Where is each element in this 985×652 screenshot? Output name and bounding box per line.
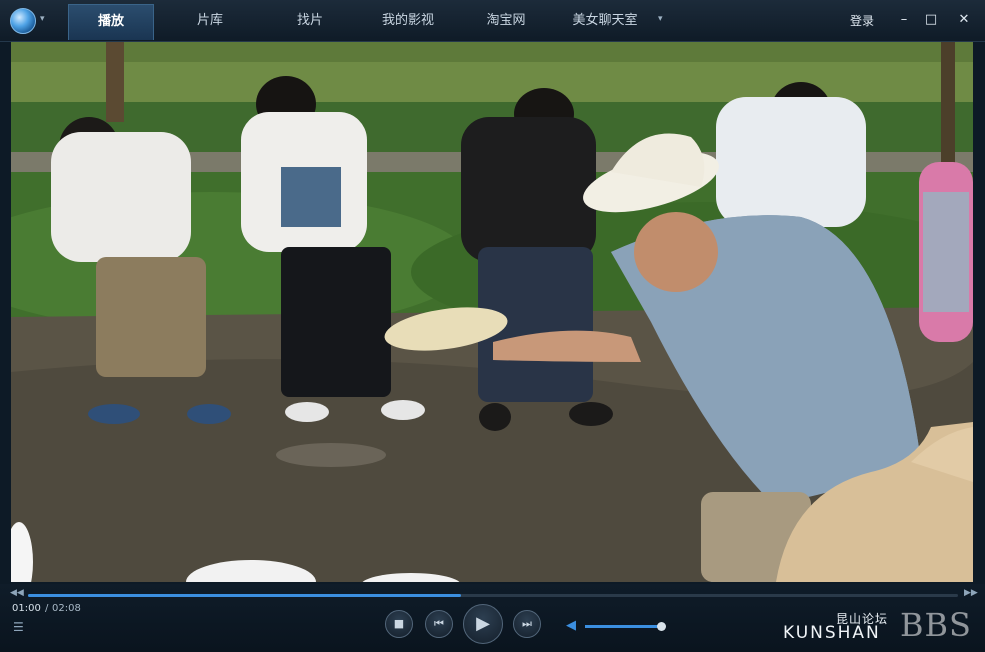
seek-forward-arrow-icon[interactable]: ▶▶ — [964, 588, 978, 598]
title-bar: ▾ 播放 片库 找片 我的影视 淘宝网 美女聊天室 ▾ 登录 – □ ✕ — [0, 0, 985, 42]
previous-button[interactable]: ⏮ — [425, 610, 453, 638]
close-button[interactable]: ✕ — [954, 10, 974, 30]
minimize-button[interactable]: – — [894, 10, 914, 30]
volume-level — [585, 625, 661, 628]
tab-library[interactable]: 片库 — [170, 4, 250, 40]
menu-caret-icon[interactable]: ▾ — [40, 14, 45, 24]
watermark-bbs-text: BBS — [900, 606, 972, 644]
volume-knob[interactable] — [657, 622, 666, 631]
seek-back-arrow-icon[interactable]: ◀◀ — [10, 588, 24, 598]
watermark-en-text: KUNSHAN — [783, 623, 881, 643]
play-icon: ▶ — [476, 613, 490, 634]
play-button[interactable]: ▶ — [463, 604, 503, 644]
tab-find[interactable]: 找片 — [270, 4, 350, 40]
app-logo-icon[interactable] — [10, 8, 36, 34]
tab-chatroom[interactable]: 美女聊天室 — [562, 4, 648, 40]
video-scene-image — [11, 42, 973, 582]
tab-my-videos[interactable]: 我的影视 — [365, 4, 451, 40]
tab-taobao[interactable]: 淘宝网 — [470, 4, 542, 40]
login-button[interactable]: 登录 — [850, 12, 874, 29]
seek-bar-progress — [28, 594, 462, 597]
current-time: 01:00 — [12, 603, 41, 614]
next-icon: ⏭ — [522, 617, 532, 630]
previous-icon: ⏮ — [434, 617, 444, 630]
total-time: 02:08 — [52, 603, 81, 614]
more-tabs-icon[interactable]: ▾ — [658, 14, 663, 24]
stop-icon: ■ — [393, 617, 405, 630]
tab-play[interactable]: 播放 — [68, 4, 154, 40]
stop-button[interactable]: ■ — [385, 610, 413, 638]
time-separator: / — [45, 603, 49, 614]
volume-slider[interactable] — [585, 622, 666, 631]
seek-bar[interactable] — [28, 594, 958, 597]
player-controls: ◀◀ ▶▶ 01:00 / 02:08 ☰ ■ ⏮ ▶ ⏭ ◀ 昆山论坛 KUN… — [0, 584, 985, 652]
volume-icon[interactable]: ◀ — [566, 618, 576, 633]
video-frame[interactable] — [11, 42, 973, 582]
maximize-button[interactable]: □ — [921, 10, 941, 30]
next-button[interactable]: ⏭ — [513, 610, 541, 638]
playlist-icon[interactable]: ☰ — [13, 620, 24, 634]
